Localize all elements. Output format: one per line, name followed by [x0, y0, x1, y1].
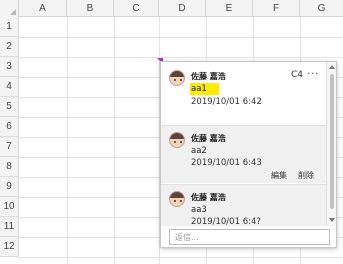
comment-thread-panel: 佐藤 嘉浩 C4 ··· aa1 2019/10/01 6:42 佐藤 嘉浩 a…	[160, 61, 337, 248]
column-header-b[interactable]: B	[67, 0, 114, 17]
grid-line	[19, 57, 343, 58]
comment-timestamp: 2019/10/01 6:43	[191, 158, 262, 168]
scroll-down-icon[interactable]	[329, 218, 335, 222]
comment-scrollbar[interactable]	[326, 62, 336, 226]
comment-timestamp: 2019/10/01 6:4?	[191, 217, 261, 227]
row-header-7[interactable]: 7	[0, 137, 19, 157]
reply-input[interactable]	[169, 229, 330, 245]
grid-line	[67, 17, 68, 264]
column-header-a[interactable]: A	[19, 0, 67, 17]
comment-item[interactable]: 佐藤 嘉浩 C4 ··· aa1 2019/10/01 6:42	[161, 62, 326, 125]
avatar	[169, 70, 185, 86]
comment-item[interactable]: 佐藤 嘉浩 aa2 2019/10/01 6:43 編集 削除	[161, 125, 326, 183]
row-header-2[interactable]: 2	[0, 37, 19, 57]
column-header-g[interactable]: G	[300, 0, 343, 17]
column-header-f[interactable]: F	[253, 0, 300, 17]
delete-button[interactable]: 削除	[298, 170, 314, 181]
edit-button[interactable]: 編集	[271, 170, 287, 181]
select-all-corner[interactable]	[0, 0, 19, 17]
comment-text: aa3	[191, 205, 207, 215]
highlighted-text: aa1	[190, 83, 219, 95]
cell-reference: C4	[291, 70, 304, 80]
column-header-e[interactable]: E	[206, 0, 253, 17]
avatar	[169, 132, 185, 148]
more-options-icon[interactable]: ···	[307, 67, 319, 80]
row-header-9[interactable]: 9	[0, 177, 19, 197]
comment-author: 佐藤 嘉浩	[191, 72, 226, 81]
row-header-5[interactable]: 5	[0, 97, 19, 117]
comment-author: 佐藤 嘉浩	[191, 193, 226, 202]
row-header-4[interactable]: 4	[0, 77, 19, 97]
grid-line	[19, 257, 343, 258]
comment-text: aa2	[191, 146, 207, 156]
comment-text: aa1	[190, 83, 219, 95]
row-header-3[interactable]: 3	[0, 57, 19, 77]
comment-timestamp: 2019/10/01 6:42	[191, 97, 262, 107]
row-header-11[interactable]: 11	[0, 217, 19, 237]
scroll-up-icon[interactable]	[329, 65, 335, 69]
column-header-d[interactable]: D	[159, 0, 206, 17]
row-header-1[interactable]: 1	[0, 17, 19, 37]
comment-item[interactable]: 佐藤 嘉浩 aa3 2019/10/01 6:4?	[161, 184, 326, 227]
grid-line	[114, 17, 115, 264]
row-header-12[interactable]: 12	[0, 237, 19, 257]
column-header-c[interactable]: C	[114, 0, 159, 17]
scrollbar-thumb[interactable]	[330, 74, 334, 209]
comment-author: 佐藤 嘉浩	[191, 134, 226, 143]
row-header-6[interactable]: 6	[0, 117, 19, 137]
row-header-8[interactable]: 8	[0, 157, 19, 177]
avatar	[169, 191, 185, 207]
grid-line	[19, 37, 343, 38]
row-header-10[interactable]: 10	[0, 197, 19, 217]
